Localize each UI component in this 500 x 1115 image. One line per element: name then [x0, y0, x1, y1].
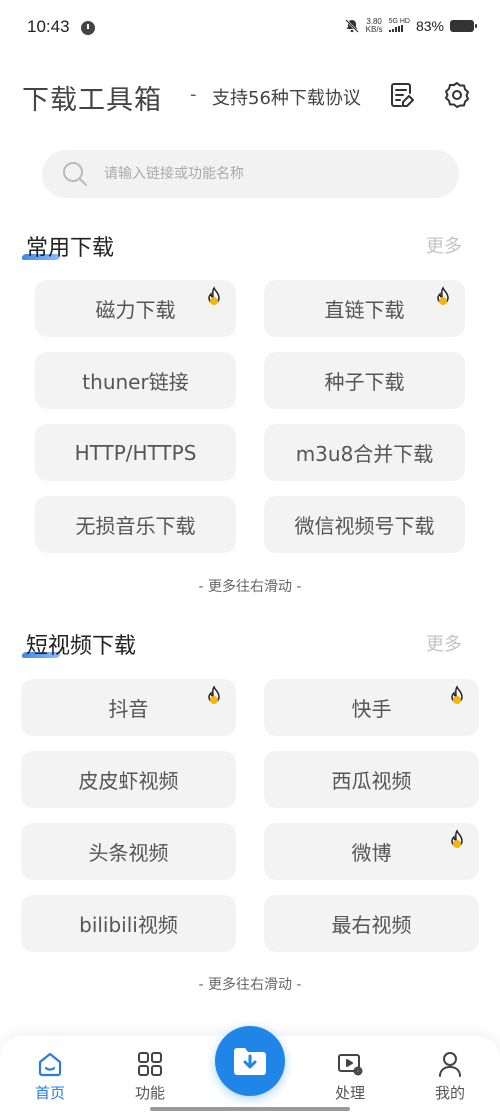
tile-label: 头条视频 [88, 841, 169, 865]
tile-label: 西瓜视频 [331, 769, 412, 793]
section-title-short-video: 短视频下载 [20, 628, 137, 660]
tile-pipixia[interactable]: 皮皮虾视频 [21, 751, 236, 808]
tile-label: 抖音 [108, 697, 149, 721]
status-right: 3.80 KB/s 5G HD 83% [344, 18, 477, 34]
network-speed: 3.80 KB/s [366, 18, 383, 34]
hot-flame-icon [208, 685, 220, 704]
status-bar: 10:43 3.80 KB/s 5G HD 83% [0, 0, 500, 60]
download-fab-button[interactable] [215, 1026, 285, 1096]
search-input[interactable] [104, 166, 434, 182]
nav-label: 首页 [34, 1084, 65, 1102]
tile-label: 最右视频 [331, 913, 412, 937]
nav-label: 功能 [134, 1084, 165, 1102]
tile-label: 种子下载 [324, 370, 405, 394]
tile-m3u8-merge[interactable]: m3u8合并下载 [264, 424, 465, 481]
hot-flame-icon [208, 286, 220, 305]
tile-torrent-download[interactable]: 种子下载 [264, 352, 465, 409]
battery-icon [450, 20, 477, 32]
tile-weibo[interactable]: 微博 [264, 823, 479, 880]
tile-lossless-music[interactable]: 无损音乐下载 [35, 496, 236, 553]
tile-label: 微信视频号下载 [294, 514, 435, 538]
speed-unit: KB/s [365, 25, 383, 34]
edit-note-icon [391, 83, 414, 107]
hot-flame-icon [451, 829, 463, 848]
tile-douyin[interactable]: 抖音 [21, 679, 236, 736]
signal-icon [388, 25, 403, 32]
download-folder-icon [234, 1048, 266, 1075]
swipe-hint-common: - 更多往右滑动 - [198, 579, 302, 595]
tile-label: 磁力下载 [95, 298, 176, 322]
more-link-common[interactable]: 更多 [426, 232, 462, 258]
tile-toutiao[interactable]: 头条视频 [21, 823, 236, 880]
tile-label: HTTP/HTTPS [74, 440, 197, 465]
more-link-short-video[interactable]: 更多 [426, 630, 462, 656]
nav-label: 处理 [334, 1084, 365, 1102]
tile-xigua[interactable]: 西瓜视频 [264, 751, 479, 808]
search-bar[interactable] [42, 150, 459, 198]
hot-flame-icon [451, 685, 463, 704]
nav-home[interactable]: 首页 [20, 1050, 80, 1103]
section-title-text: 常用下载 [26, 236, 115, 261]
network-indicator: 5G HD [388, 18, 410, 34]
video-settings-icon [338, 1054, 363, 1076]
user-icon [439, 1052, 461, 1077]
grid-icon [138, 1052, 162, 1076]
home-icon [38, 1052, 62, 1077]
timer-icon [81, 21, 95, 35]
nav-process[interactable]: 处理 [320, 1050, 380, 1103]
section-title-common: 常用下载 [20, 230, 115, 262]
tile-label: 无损音乐下载 [75, 514, 196, 538]
tile-label: 微博 [351, 841, 392, 865]
nav-label: 我的 [434, 1084, 465, 1102]
header: 下载工具箱 - 支持56种下载协议 [22, 72, 478, 120]
search-icon [63, 162, 87, 186]
nav-functions[interactable]: 功能 [120, 1050, 180, 1103]
tile-label: m3u8合并下载 [295, 442, 434, 466]
tile-thunder-link[interactable]: thuner链接 [35, 352, 236, 409]
tile-label: 快手 [351, 697, 392, 721]
edit-button[interactable] [387, 80, 417, 110]
tile-wechat-channels[interactable]: 微信视频号下载 [264, 496, 465, 553]
bell-off-icon [344, 19, 359, 33]
tile-label: 皮皮虾视频 [78, 769, 179, 793]
hot-flame-icon [437, 286, 449, 305]
tile-magnet-download[interactable]: 磁力下载 [35, 280, 236, 337]
status-time: 10:43 [27, 17, 70, 36]
tile-bilibili[interactable]: bilibili视频 [21, 895, 236, 952]
tile-kuaishou[interactable]: 快手 [264, 679, 479, 736]
tile-http-https[interactable]: HTTP/HTTPS [35, 424, 236, 481]
nav-profile[interactable]: 我的 [420, 1050, 480, 1103]
network-label: 5G HD [388, 18, 410, 25]
tile-zuiyou[interactable]: 最右视频 [264, 895, 479, 952]
tile-direct-link-download[interactable]: 直链下载 [264, 280, 465, 337]
swipe-hint-short-video: - 更多往右滑动 - [198, 977, 302, 993]
tile-label: 直链下载 [324, 298, 405, 322]
title-dash: - [190, 84, 197, 105]
settings-button[interactable] [442, 80, 472, 110]
page-subtitle: 支持56种下载协议 [212, 88, 361, 109]
section-title-text: 短视频下载 [26, 634, 137, 659]
settings-icon [445, 82, 469, 108]
tile-label: bilibili视频 [79, 913, 178, 937]
battery-percent: 83% [415, 18, 444, 34]
page-title: 下载工具箱 [22, 85, 162, 116]
tile-label: thuner链接 [82, 370, 189, 394]
home-indicator[interactable] [150, 1107, 350, 1111]
